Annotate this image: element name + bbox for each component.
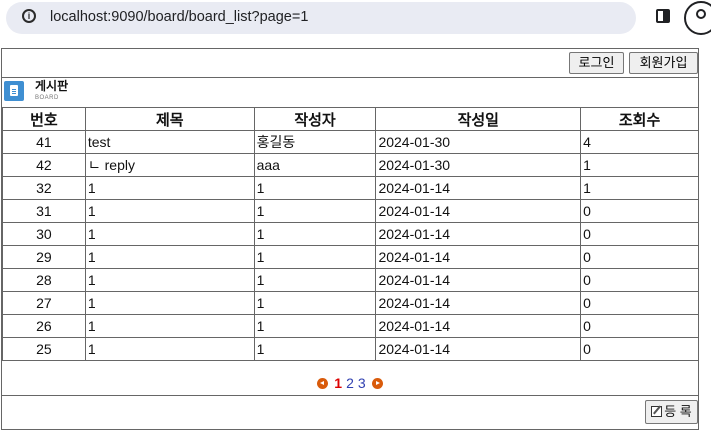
table-row[interactable]: 26 1 1 2024-01-14 0 xyxy=(2,314,699,338)
table-row[interactable]: 42 ㄴ reply aaa 2024-01-30 1 xyxy=(2,153,699,177)
post-date: 2024-01-14 xyxy=(375,222,582,246)
post-number: 42 xyxy=(2,153,86,177)
post-title-link[interactable]: 1 xyxy=(84,199,255,223)
post-number: 25 xyxy=(2,337,86,361)
post-writer: 1 xyxy=(253,314,377,338)
page-link-3[interactable]: 3 xyxy=(358,375,366,391)
post-views: 0 xyxy=(580,199,699,223)
post-writer: 1 xyxy=(253,337,377,361)
column-header-number: 번호 xyxy=(2,107,86,131)
address-bar[interactable]: i localhost:9090/board/board_list?page=1 xyxy=(6,2,636,34)
board-header: 게시판 BOARD xyxy=(2,78,698,106)
auth-bar: 로그인 회원가입 xyxy=(2,49,698,78)
register-button[interactable]: 등 록 xyxy=(645,400,698,424)
post-number: 30 xyxy=(2,222,86,246)
post-date: 2024-01-14 xyxy=(375,291,582,315)
post-title-link[interactable]: 1 xyxy=(84,268,255,292)
document-icon xyxy=(4,81,24,101)
browser-toolbar: i localhost:9090/board/board_list?page=1 xyxy=(0,0,711,40)
post-title-link[interactable]: 1 xyxy=(84,291,255,315)
post-number: 41 xyxy=(2,130,86,154)
register-button-label: 등 록 xyxy=(664,404,692,419)
table-row[interactable]: 30 1 1 2024-01-14 0 xyxy=(2,222,699,246)
post-title-link[interactable]: 1 xyxy=(84,245,255,269)
post-date: 2024-01-30 xyxy=(375,130,582,154)
post-date: 2024-01-14 xyxy=(375,199,582,223)
column-header-date: 작성일 xyxy=(375,107,582,131)
post-date: 2024-01-30 xyxy=(375,153,582,177)
board-container: 로그인 회원가입 게시판 BOARD 번호 제목 작성자 작성일 조회수 41 xyxy=(1,48,699,430)
page-link-1[interactable]: 1 xyxy=(334,375,342,391)
post-writer: 1 xyxy=(253,176,377,200)
post-title-link[interactable]: 1 xyxy=(84,222,255,246)
post-writer: 1 xyxy=(253,222,377,246)
board-title: 게시판 xyxy=(35,79,69,93)
action-bar: 등 록 xyxy=(2,396,698,429)
post-writer: 1 xyxy=(253,199,377,223)
table-row[interactable]: 29 1 1 2024-01-14 0 xyxy=(2,245,699,269)
post-date: 2024-01-14 xyxy=(375,268,582,292)
post-views: 0 xyxy=(580,291,699,315)
post-writer: aaa xyxy=(253,153,377,177)
table-row[interactable]: 28 1 1 2024-01-14 0 xyxy=(2,268,699,292)
post-views: 1 xyxy=(580,176,699,200)
table-row[interactable]: 32 1 1 2024-01-14 1 xyxy=(2,176,699,200)
column-header-views: 조회수 xyxy=(580,107,699,131)
table-row[interactable]: 41 test 홍길동 2024-01-30 4 xyxy=(2,130,699,154)
post-number: 32 xyxy=(2,176,86,200)
post-views: 1 xyxy=(580,153,699,177)
table-row[interactable]: 25 1 1 2024-01-14 0 xyxy=(2,337,699,361)
post-writer: 1 xyxy=(253,291,377,315)
column-header-writer: 작성자 xyxy=(253,107,377,131)
post-date: 2024-01-14 xyxy=(375,314,582,338)
pagination: 123 xyxy=(2,371,698,396)
post-title-link[interactable]: 1 xyxy=(84,176,255,200)
url-text[interactable]: localhost:9090/board/board_list?page=1 xyxy=(50,9,308,25)
next-page-icon[interactable] xyxy=(371,378,383,389)
post-number: 26 xyxy=(2,314,86,338)
prev-page-icon[interactable] xyxy=(317,378,329,389)
board-subtitle: BOARD xyxy=(35,95,59,101)
post-date: 2024-01-14 xyxy=(375,337,582,361)
site-info-icon[interactable]: i xyxy=(22,9,36,23)
post-title-link[interactable]: 1 xyxy=(84,314,255,338)
post-number: 28 xyxy=(2,268,86,292)
table-row[interactable]: 31 1 1 2024-01-14 0 xyxy=(2,199,699,223)
post-writer: 홍길동 xyxy=(253,130,377,154)
post-title-link[interactable]: 1 xyxy=(84,337,255,361)
post-writer: 1 xyxy=(253,268,377,292)
table-header-row: 번호 제목 작성자 작성일 조회수 xyxy=(2,107,699,131)
write-icon xyxy=(651,406,663,417)
post-views: 0 xyxy=(580,268,699,292)
post-title-link[interactable]: ㄴ reply xyxy=(84,153,255,177)
post-number: 27 xyxy=(2,291,86,315)
table-row[interactable]: 27 1 1 2024-01-14 0 xyxy=(2,291,699,315)
post-number: 29 xyxy=(2,245,86,269)
post-views: 4 xyxy=(580,130,699,154)
post-views: 0 xyxy=(580,222,699,246)
side-panel-icon[interactable] xyxy=(656,9,670,23)
column-header-title: 제목 xyxy=(84,107,255,131)
post-views: 0 xyxy=(580,314,699,338)
page-link-2[interactable]: 2 xyxy=(346,375,354,391)
post-views: 0 xyxy=(580,245,699,269)
post-writer: 1 xyxy=(253,245,377,269)
post-number: 31 xyxy=(2,199,86,223)
post-date: 2024-01-14 xyxy=(375,176,582,200)
post-title-link[interactable]: test xyxy=(84,130,255,154)
join-button[interactable]: 회원가입 xyxy=(629,52,698,74)
profile-icon[interactable] xyxy=(684,1,711,35)
post-date: 2024-01-14 xyxy=(375,245,582,269)
post-views: 0 xyxy=(580,337,699,361)
login-button[interactable]: 로그인 xyxy=(569,52,624,74)
post-table: 번호 제목 작성자 작성일 조회수 41 test 홍길동 2024-01-30… xyxy=(2,107,699,361)
